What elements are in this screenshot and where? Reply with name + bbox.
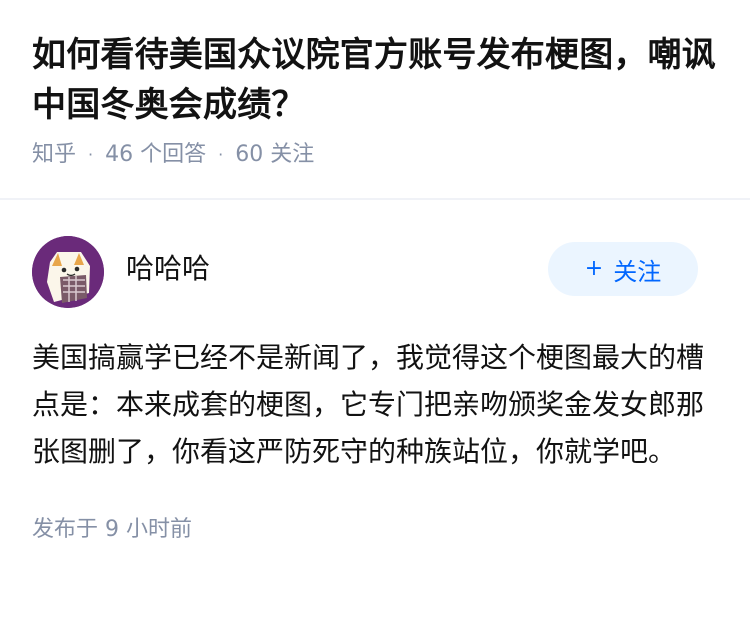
meta-separator: ·	[218, 145, 224, 164]
answer-card: 哈哈哈 + 关注 美国搞赢学已经不是新闻了，我觉得这个梗图最大的槽点是：本来成套…	[32, 236, 718, 545]
answer-content[interactable]: 美国搞赢学已经不是新闻了，我觉得这个梗图最大的槽点是：本来成套的梗图，它专门把亲…	[32, 334, 712, 475]
author-name[interactable]: 哈哈哈	[126, 249, 210, 289]
meta-separator: ·	[88, 145, 94, 164]
plus-icon: +	[584, 256, 604, 281]
question-header: 如何看待美国众议院官方账号发布梗图，嘲讽中国冬奥会成绩？ 知乎 · 46 个回答…	[32, 30, 722, 170]
published-time: 发布于 9 小时前	[32, 517, 192, 542]
question-meta: 知乎 · 46 个回答 · 60 关注	[32, 140, 722, 170]
source-label[interactable]: 知乎	[32, 140, 76, 170]
question-title[interactable]: 如何看待美国众议院官方账号发布梗图，嘲讽中国冬奥会成绩？	[32, 30, 722, 130]
avatar[interactable]	[32, 236, 104, 308]
follow-label: 关注	[613, 257, 662, 286]
answer-count[interactable]: 46 个回答	[105, 140, 206, 170]
section-divider	[0, 198, 750, 200]
author-row: 哈哈哈 + 关注	[32, 236, 718, 308]
follower-count[interactable]: 60 关注	[235, 140, 314, 170]
follow-button[interactable]: + 关注	[548, 242, 698, 296]
